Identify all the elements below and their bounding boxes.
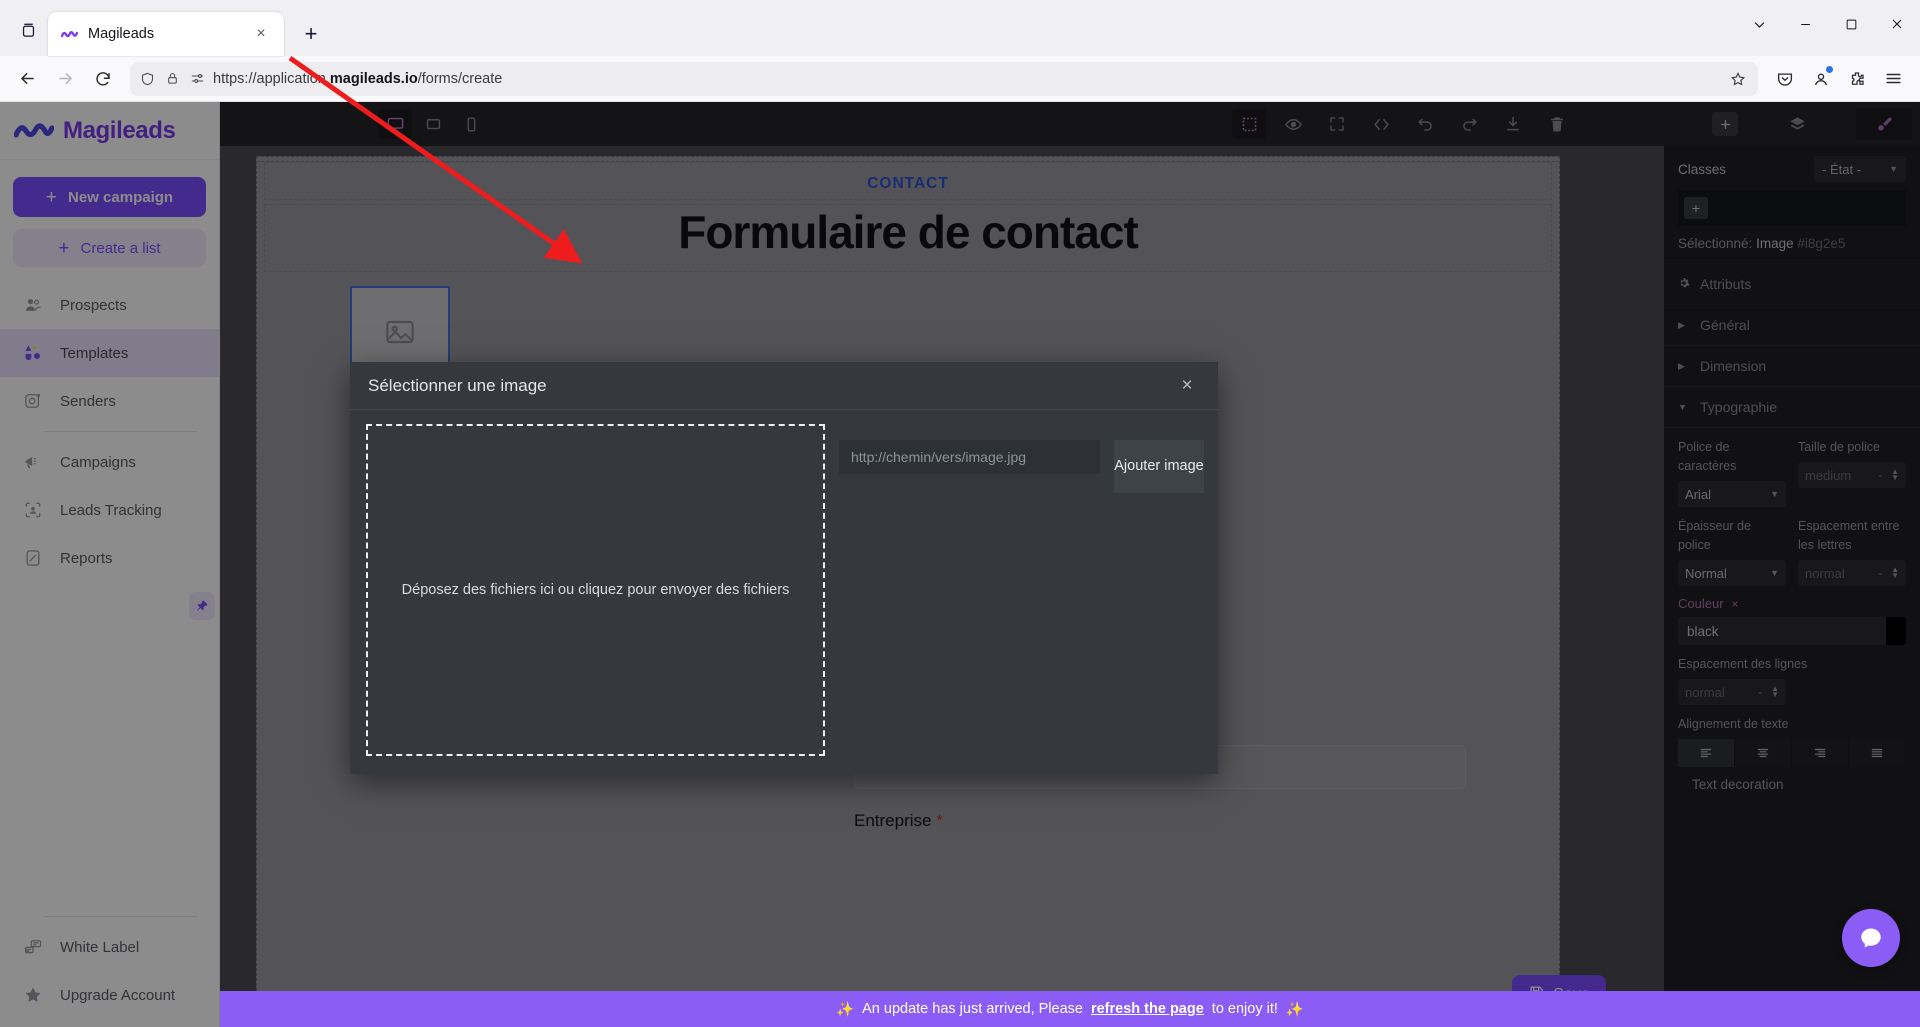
- sparkle-icon-left: ✨: [836, 1001, 855, 1018]
- maximize-icon[interactable]: [1828, 0, 1874, 48]
- tab-list-icon[interactable]: [8, 10, 48, 50]
- new-tab-button[interactable]: +: [294, 17, 328, 51]
- select-image-modal: Sélectionner une image × Déposez des fic…: [350, 362, 1218, 774]
- hamburger-menu-icon[interactable]: [1876, 62, 1910, 96]
- chat-bubble-icon[interactable]: [1842, 909, 1900, 967]
- magileads-logo-icon: [60, 25, 78, 43]
- pocket-icon[interactable]: [1768, 62, 1802, 96]
- app-body: Magileads + New campaign + Create a list…: [0, 102, 1920, 1027]
- star-icon[interactable]: [1726, 67, 1750, 91]
- extensions-icon[interactable]: [1840, 62, 1874, 96]
- browser-toolbar-right: [1768, 62, 1910, 96]
- modal-url-section: http://chemin/vers/image.jpg Ajouter ima…: [839, 424, 1204, 756]
- url-text[interactable]: https://application.magileads.io/forms/c…: [213, 71, 1719, 87]
- account-icon[interactable]: [1804, 62, 1838, 96]
- url-bar[interactable]: https://application.magileads.io/forms/c…: [130, 61, 1758, 96]
- reload-icon[interactable]: [86, 62, 120, 96]
- browser-tab[interactable]: Magileads ×: [48, 12, 284, 56]
- modal-body: Déposez des fichiers ici ou cliquez pour…: [350, 410, 1218, 774]
- close-window-icon[interactable]: [1874, 0, 1920, 48]
- update-notification: ✨ An update has just arrived, Please ref…: [220, 991, 1920, 1027]
- browser-tabstrip: Magileads × +: [0, 0, 1920, 56]
- close-icon[interactable]: ×: [250, 23, 272, 45]
- window-controls: [1736, 0, 1920, 48]
- file-dropzone[interactable]: Déposez des fichiers ici ou cliquez pour…: [366, 424, 825, 756]
- modal-title: Sélectionner une image: [368, 375, 547, 395]
- shield-icon[interactable]: [138, 70, 156, 88]
- chevron-down-icon[interactable]: [1736, 0, 1782, 48]
- account-badge: [1826, 65, 1833, 73]
- app-root: Magileads × + https://application.magile…: [0, 0, 1920, 1027]
- add-image-button[interactable]: Ajouter image: [1114, 440, 1204, 493]
- image-url-input[interactable]: http://chemin/vers/image.jpg: [839, 440, 1100, 474]
- url-domain: magileads.io: [329, 70, 418, 87]
- back-arrow-icon[interactable]: [10, 62, 44, 96]
- modal-header: Sélectionner une image ×: [350, 362, 1218, 410]
- url-path: /forms/create: [417, 70, 503, 87]
- browser-tab-title: Magileads: [88, 26, 155, 42]
- url-prefix: https://application.: [213, 70, 330, 87]
- permissions-icon[interactable]: [188, 70, 206, 88]
- forward-arrow-icon[interactable]: [48, 62, 82, 96]
- notification-text-after: to enjoy it!: [1211, 1001, 1278, 1017]
- lock-icon[interactable]: [163, 70, 181, 88]
- refresh-page-link[interactable]: refresh the page: [1091, 1001, 1204, 1017]
- notification-text-before: An update has just arrived, Please: [862, 1001, 1083, 1017]
- sparkle-icon-right: ✨: [1285, 1001, 1304, 1018]
- minimize-icon[interactable]: [1782, 0, 1828, 48]
- browser-navbar: https://application.magileads.io/forms/c…: [0, 56, 1920, 102]
- close-icon[interactable]: ×: [1174, 373, 1200, 399]
- dropzone-text: Déposez des fichiers ici ou cliquez pour…: [401, 582, 790, 598]
